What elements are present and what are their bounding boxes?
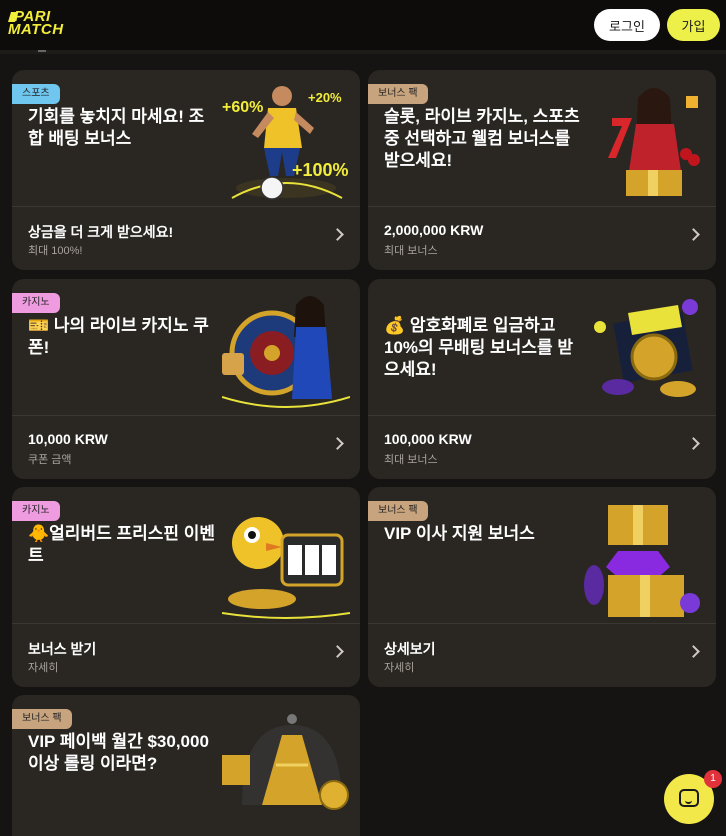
card-main-text: 2,000,000 KRW bbox=[384, 222, 484, 238]
card-sub-text: 쿠폰 금액 bbox=[28, 454, 72, 466]
promo-card-early-bird-freespins[interactable]: 카지노 🐥얼리버드 프리스핀 이벤트 보너스 받기 자세히 bbox=[12, 487, 360, 687]
promo-card-combo-bonus[interactable]: 스포츠 기회를 놓치지 마세요! 조합 배팅 보너스 +60% +20% +10… bbox=[12, 70, 360, 270]
card-title: VIP 페이백 월간 $30,000 이상 롤링 이라면? bbox=[28, 732, 209, 773]
card-sub-text: 최대 100%! bbox=[28, 245, 83, 257]
top-header: PARI MATCH 로그인 가입 bbox=[0, 0, 726, 50]
card-title: 💰 암호화폐로 입금하고 10%의 무배팅 보너스를 받으세요! bbox=[384, 316, 573, 379]
card-title: 슬롯, 라이브 카지노, 스포츠 중 선택하고 웰컴 보너스를 받으세요! bbox=[384, 107, 580, 170]
card-sub-text: 최대 보너스 bbox=[384, 454, 438, 466]
early-bird-slot-art-icon bbox=[222, 517, 350, 619]
card-top: 스포츠 기회를 놓치지 마세요! 조합 배팅 보너스 +60% +20% +10… bbox=[12, 70, 360, 206]
promo-card-crypto-bonus[interactable]: 💰 암호화폐로 입금하고 10%의 무배팅 보너스를 받으세요! 100,000… bbox=[368, 279, 716, 479]
join-button[interactable]: 가입 bbox=[667, 9, 720, 41]
card-top: 보너스 팩 슬롯, 라이브 카지노, 스포츠 중 선택하고 웰컴 보너스를 받으… bbox=[368, 70, 716, 206]
card-top: 카지노 🐥얼리버드 프리스핀 이벤트 bbox=[12, 487, 360, 623]
promo-card-vip-relocation[interactable]: 보너스 팩 VIP 이사 지원 보너스 상세보기 자세히 bbox=[368, 487, 716, 687]
category-badge: 보너스 팩 bbox=[368, 501, 428, 521]
card-divider bbox=[12, 415, 360, 416]
chat-icon bbox=[679, 789, 699, 807]
category-badge: 보너스 팩 bbox=[368, 84, 428, 104]
card-divider bbox=[368, 415, 716, 416]
card-top: 💰 암호화폐로 입금하고 10%의 무배팅 보너스를 받으세요! bbox=[368, 279, 716, 415]
card-main-text: 10,000 KRW bbox=[28, 431, 108, 447]
card-divider bbox=[12, 206, 360, 207]
chevron-right-icon[interactable] bbox=[331, 645, 344, 658]
card-top: 보너스 팩 VIP 이사 지원 보너스 bbox=[368, 487, 716, 623]
card-title: VIP 이사 지원 보너스 bbox=[384, 524, 535, 543]
chevron-down-icon[interactable] bbox=[38, 48, 46, 52]
roulette-dealer-art-icon bbox=[222, 296, 350, 408]
parimatch-logo[interactable]: PARI MATCH bbox=[8, 9, 108, 40]
card-sub-text: 자세히 bbox=[384, 662, 415, 674]
header-underline bbox=[0, 50, 726, 54]
card-sub-text: 최대 보너스 bbox=[384, 245, 438, 257]
card-top: 보너스 팩 VIP 페이백 월간 $30,000 이상 롤링 이라면? bbox=[12, 695, 360, 831]
chevron-right-icon[interactable] bbox=[687, 437, 700, 450]
category-badge: 보너스 팩 bbox=[12, 709, 72, 729]
card-divider bbox=[368, 206, 716, 207]
category-badge: 카지노 bbox=[12, 501, 60, 521]
art-text-60: +60% bbox=[222, 99, 263, 116]
logo-line2: MATCH bbox=[8, 21, 64, 38]
card-main-text: 100,000 KRW bbox=[384, 431, 472, 447]
category-badge: 카지노 bbox=[12, 293, 60, 313]
card-title: 🐥얼리버드 프리스핀 이벤트 bbox=[28, 524, 216, 565]
gold-bars-art-icon bbox=[222, 714, 349, 810]
art-text-100: +100% bbox=[292, 160, 349, 180]
promo-card-welcome-bonus[interactable]: 보너스 팩 슬롯, 라이브 카지노, 스포츠 중 선택하고 웰컴 보너스를 받으… bbox=[368, 70, 716, 270]
football-player-art-icon: +60% +20% +100% bbox=[222, 86, 349, 200]
login-button[interactable]: 로그인 bbox=[594, 9, 660, 41]
support-chat-button[interactable]: 1 bbox=[664, 770, 722, 824]
chevron-right-icon[interactable] bbox=[331, 228, 344, 241]
promo-card-live-casino-coupon[interactable]: 카지노 🎫 나의 라이브 카지노 쿠폰! 10,000 KRW 쿠폰 금액 bbox=[12, 279, 360, 479]
card-main-text: 보너스 받기 bbox=[28, 641, 97, 657]
casino-host-art-icon bbox=[608, 88, 700, 196]
chevron-right-icon[interactable] bbox=[331, 437, 344, 450]
card-main-text: 상금을 더 크게 받으세요! bbox=[28, 224, 174, 240]
category-badge: 스포츠 bbox=[12, 84, 60, 104]
card-title: 기회를 놓치지 마세요! 조합 배팅 보너스 bbox=[28, 107, 205, 148]
card-top: 카지노 🎫 나의 라이브 카지노 쿠폰! bbox=[12, 279, 360, 415]
card-title: 🎫 나의 라이브 카지노 쿠폰! bbox=[28, 316, 209, 357]
card-sub-text: 자세히 bbox=[28, 662, 59, 674]
vip-giftbox-gem-art-icon bbox=[584, 505, 700, 617]
crypto-giftbox-art-icon bbox=[594, 299, 698, 397]
notification-count-badge: 1 bbox=[704, 770, 722, 788]
chevron-right-icon[interactable] bbox=[687, 228, 700, 241]
art-text-20: +20% bbox=[308, 90, 342, 105]
card-divider bbox=[12, 623, 360, 624]
chevron-right-icon[interactable] bbox=[687, 645, 700, 658]
card-divider bbox=[368, 623, 716, 624]
promo-card-vip-payback[interactable]: 보너스 팩 VIP 페이백 월간 $30,000 이상 롤링 이라면? bbox=[12, 695, 360, 836]
card-main-text: 상세보기 bbox=[384, 641, 436, 657]
